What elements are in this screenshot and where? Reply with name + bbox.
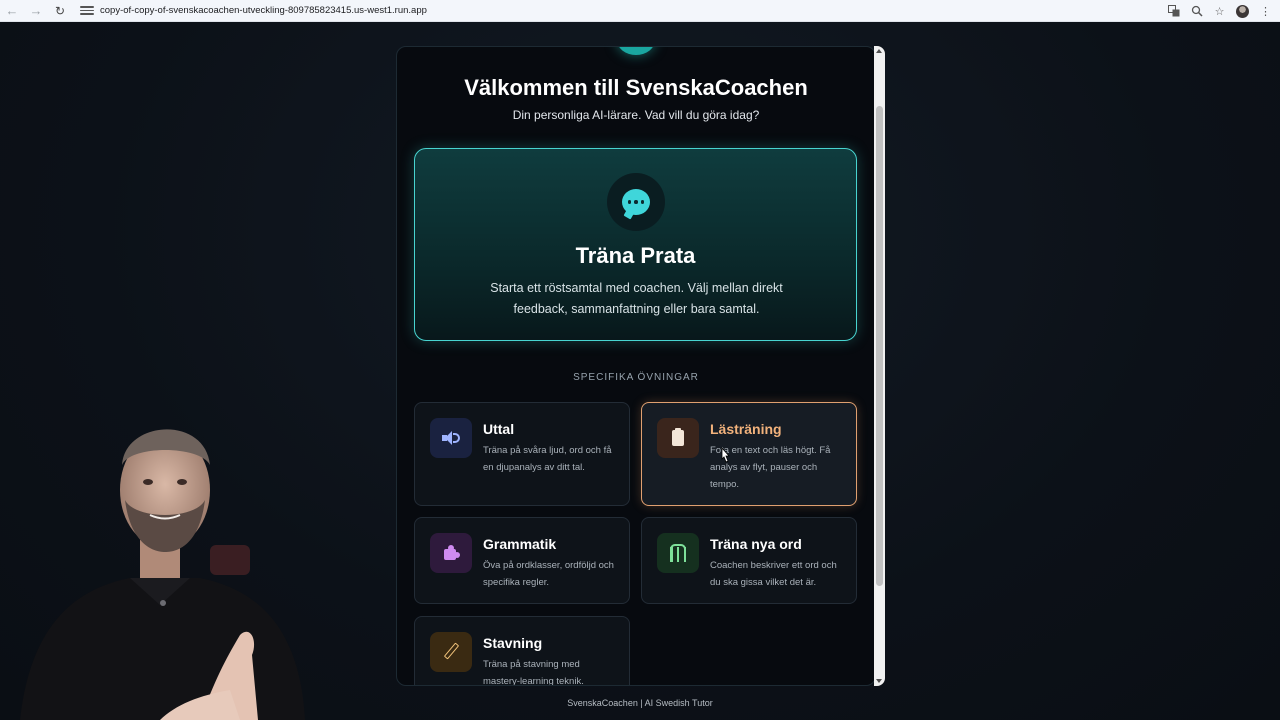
bookmark-star-icon[interactable]: ☆ (1213, 5, 1226, 18)
exercise-description: Öva på ordklasser, ordföljd och specifik… (483, 560, 614, 588)
reload-button[interactable]: ↻ (48, 0, 72, 22)
hero-description: Starta ett röstsamtal med coachen. Välj … (490, 281, 783, 316)
address-bar[interactable]: copy-of-copy-of-svenskacoachen-utvecklin… (80, 0, 427, 22)
exercise-card-nya-ord[interactable]: Träna nya ord Coachen beskriver ett ord … (641, 517, 857, 604)
exercise-title: Stavning (483, 635, 543, 651)
clipboard-icon (672, 428, 684, 446)
exercise-description: Träna på stavning med mastery-learning t… (483, 659, 584, 686)
page-subtitle: Din personliga AI-lärare. Vad vill du gö… (512, 108, 760, 122)
exercise-title: Lästräning (710, 421, 782, 437)
practice-speaking-card[interactable]: Träna Prata Starta ett röstsamtal med co… (414, 148, 857, 341)
puzzle-icon (442, 544, 460, 562)
hero-title: Träna Prata (575, 243, 696, 268)
vocabulary-icon-container (657, 533, 699, 573)
exercise-card-grammatik[interactable]: Grammatik Öva på ordklasser, ordföljd oc… (414, 517, 630, 604)
speaker-icon (442, 430, 460, 446)
page-title: Välkommen till SvenskaCoachen (464, 75, 808, 100)
pencil-icon (442, 642, 460, 661)
profile-avatar[interactable] (1236, 4, 1249, 18)
puzzle-icon-container (430, 533, 472, 573)
hero-icon-container (607, 173, 665, 231)
url-text[interactable]: copy-of-copy-of-svenskacoachen-utvecklin… (100, 5, 427, 16)
mouse-cursor-icon (721, 447, 730, 463)
app-panel: Välkommen till SvenskaCoachen Din person… (396, 46, 876, 686)
menu-kebab-icon[interactable]: ⋮ (1259, 5, 1272, 18)
browser-toolbar: ← → ↻ copy-of-copy-of-svenskacoachen-utv… (0, 0, 1280, 22)
exercise-card-stavning[interactable]: Stavning Träna på stavning med mastery-l… (414, 616, 630, 686)
exercise-title: Grammatik (483, 536, 557, 552)
scroll-down-arrow-icon[interactable] (876, 679, 882, 683)
exercise-description: Coachen beskriver ett ord och du ska gis… (710, 560, 837, 588)
exercise-card-lastraning[interactable]: Lästräning Fota en text och läs högt. Få… (641, 402, 857, 506)
vocabulary-icon (670, 544, 686, 562)
scroll-up-arrow-icon[interactable] (876, 49, 882, 53)
clipboard-icon-container (657, 418, 699, 458)
zoom-icon[interactable] (1190, 5, 1203, 18)
panel-scrollbar[interactable] (874, 46, 885, 686)
forward-button[interactable]: → (24, 0, 48, 22)
translate-icon[interactable] (1167, 5, 1180, 18)
app-logo-icon (617, 47, 655, 55)
site-info-icon[interactable] (80, 5, 94, 17)
pencil-icon-container (430, 632, 472, 672)
section-heading: SPECIFIKA ÖVNINGAR (573, 372, 699, 383)
exercise-title: Träna nya ord (710, 536, 802, 552)
speaker-icon-container (430, 418, 472, 458)
exercise-title: Uttal (483, 421, 515, 437)
webcam-overlay (20, 429, 305, 720)
exercise-card-uttal[interactable]: Uttal Träna på svåra ljud, ord och få en… (414, 402, 630, 506)
chat-bubble-icon (622, 189, 650, 215)
exercise-description: Träna på svåra ljud, ord och få en djupa… (483, 445, 612, 473)
back-button[interactable]: ← (0, 0, 24, 22)
scrollbar-thumb[interactable] (876, 106, 883, 586)
